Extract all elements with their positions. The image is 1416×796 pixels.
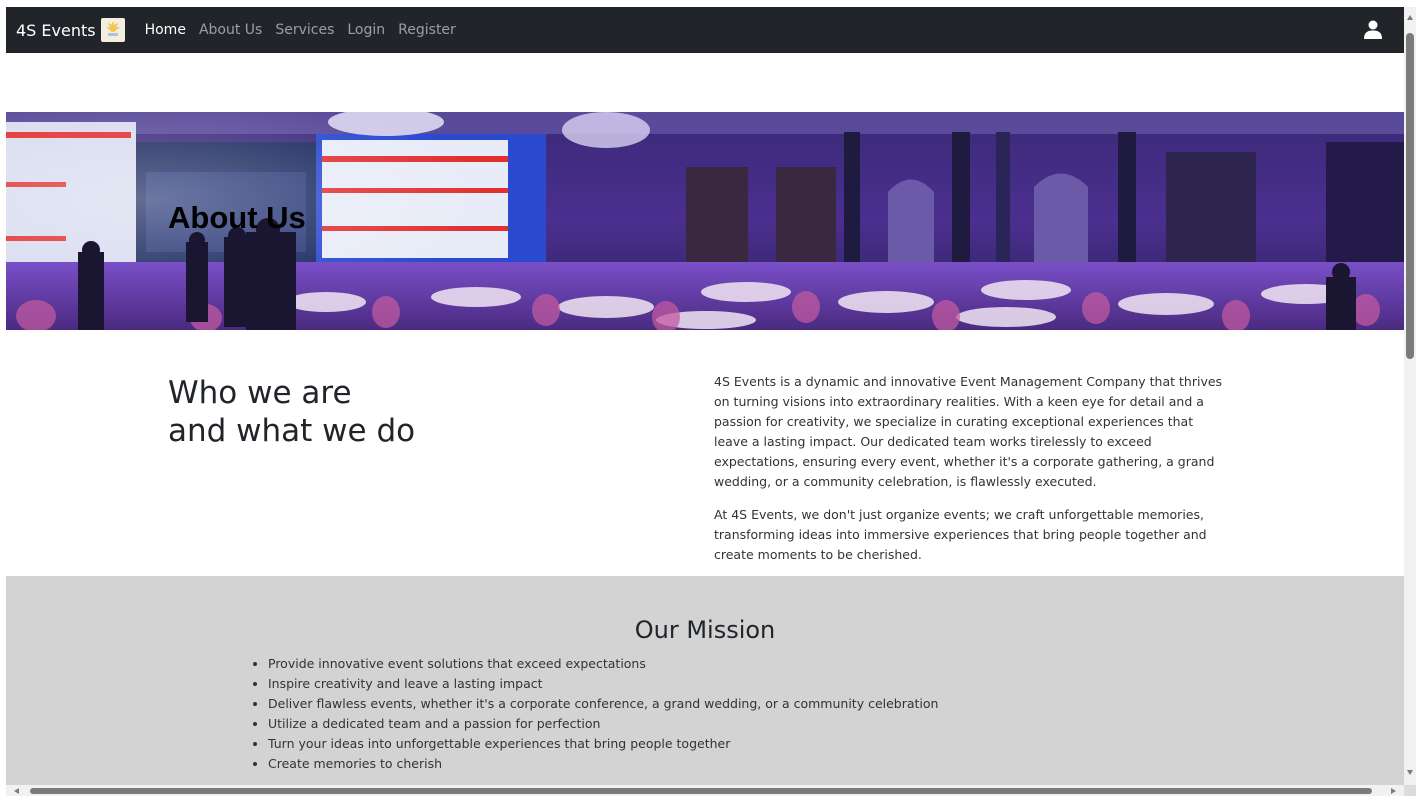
scroll-left-arrow-icon[interactable]	[14, 788, 19, 794]
nav-login[interactable]: Login	[347, 22, 385, 38]
nav-links: Home About Us Services Login Register	[145, 22, 469, 38]
mission-section: Our Mission Provide innovative event sol…	[6, 576, 1404, 785]
horizontal-scroll-thumb[interactable]	[30, 788, 1372, 794]
nav-home[interactable]: Home	[145, 22, 186, 38]
nav-about-us[interactable]: About Us	[199, 22, 262, 38]
list-item: Inspire creativity and leave a lasting i…	[268, 674, 938, 694]
browser-viewport: 4S Events Home About Us Services Login R…	[6, 7, 1404, 785]
brand[interactable]: 4S Events	[16, 18, 125, 42]
scroll-right-arrow-icon[interactable]	[1391, 788, 1396, 794]
user-icon[interactable]	[1364, 20, 1382, 40]
nav-register[interactable]: Register	[398, 22, 456, 38]
about-paragraph: 4S Events is a dynamic and innovative Ev…	[714, 374, 1223, 489]
list-item: Turn your ideas into unforgettable exper…	[268, 734, 938, 754]
list-item: Create memories to cherish	[268, 754, 938, 774]
who-we-are-text: 4S Events is a dynamic and innovative Ev…	[714, 372, 1226, 578]
scroll-down-arrow-icon[interactable]	[1407, 770, 1413, 775]
who-we-are-section: Who we are and what we do 4S Events is a…	[6, 330, 1404, 576]
list-item: Deliver flawless events, whether it's a …	[268, 694, 938, 714]
vertical-scrollbar[interactable]	[1404, 7, 1416, 785]
nav-services[interactable]: Services	[275, 22, 334, 38]
list-item: Utilize a dedicated team and a passion f…	[268, 714, 938, 734]
navbar: 4S Events Home About Us Services Login R…	[6, 7, 1404, 53]
scroll-up-arrow-icon[interactable]	[1407, 15, 1413, 20]
mission-list: Provide innovative event solutions that …	[268, 654, 938, 774]
scrollbar-corner	[1404, 785, 1416, 796]
who-title-line2: and what we do	[168, 413, 416, 449]
brand-name: 4S Events	[16, 20, 96, 40]
hero-banner: About Us	[6, 112, 1404, 330]
brand-logo-icon	[100, 18, 125, 42]
about-paragraph: At 4S Events, we don't just organize eve…	[714, 507, 1207, 562]
list-item: Provide innovative event solutions that …	[268, 654, 938, 674]
horizontal-scrollbar[interactable]	[6, 785, 1404, 796]
page-title: About Us	[168, 200, 306, 235]
vertical-scroll-thumb[interactable]	[1406, 33, 1414, 359]
who-title-line1: Who we are	[168, 375, 352, 411]
who-we-are-heading: Who we are and what we do	[168, 374, 415, 450]
mission-heading: Our Mission	[634, 616, 776, 644]
